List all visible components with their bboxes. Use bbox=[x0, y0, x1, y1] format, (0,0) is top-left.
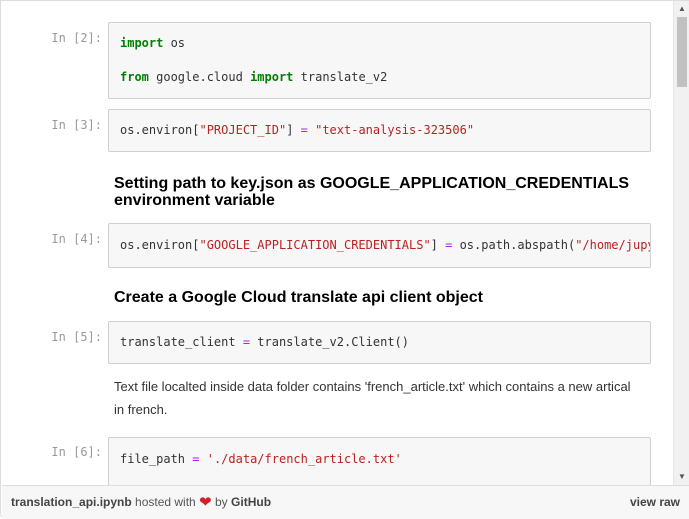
code-token: file_path bbox=[120, 452, 193, 466]
file-link[interactable]: translation_api.ipynb bbox=[11, 495, 132, 509]
heart-icon: ❤ bbox=[199, 494, 212, 511]
cell-prompt: In [6]: bbox=[51, 445, 102, 459]
code-line: os.environ["GOOGLE_APPLICATION_CREDENTIA… bbox=[120, 237, 650, 254]
code-token: os bbox=[163, 36, 186, 50]
gist-footer: translation_api.ipynb hosted with ❤ by G… bbox=[2, 485, 689, 519]
code-line: import os bbox=[120, 35, 639, 52]
chevron-up-icon[interactable]: ▲ bbox=[674, 1, 689, 17]
code-token: ] bbox=[286, 123, 301, 137]
hosted-with-text: hosted with bbox=[135, 495, 196, 509]
github-link[interactable]: GitHub bbox=[231, 495, 271, 509]
code-input[interactable]: import os from google.cloud import trans… bbox=[108, 22, 651, 99]
code-token: google.cloud bbox=[148, 70, 251, 84]
code-token: os.environ[ bbox=[120, 123, 200, 137]
code-token-kw: import bbox=[120, 36, 164, 50]
cell-prompt: In [4]: bbox=[51, 232, 102, 246]
code-token-str: "text-analysis-323506" bbox=[315, 123, 475, 137]
by-text: by bbox=[215, 495, 228, 509]
cell-prompt: In [2]: bbox=[51, 31, 102, 45]
code-token: translate_v2 bbox=[293, 70, 388, 84]
code-line: from google.cloud import translate_v2 bbox=[120, 69, 639, 86]
code-token-kw: import bbox=[250, 70, 294, 84]
gist-embed: In [2]: import os from google.cloud impo… bbox=[0, 0, 689, 519]
cell-prompt: In [5]: bbox=[51, 330, 102, 344]
code-token-kw: from bbox=[120, 70, 149, 84]
markdown-heading: Create a Google Cloud translate api clie… bbox=[114, 289, 483, 306]
code-token: translate_v2.Client() bbox=[250, 335, 410, 349]
code-token-op: = bbox=[300, 123, 308, 137]
code-line: file_path = './data/french_article.txt' bbox=[120, 451, 639, 468]
view-raw-link[interactable]: view raw bbox=[630, 486, 680, 519]
code-token: translate_client bbox=[120, 335, 243, 349]
code-input[interactable]: file_path = './data/french_article.txt' bbox=[108, 437, 651, 485]
code-line: translate_client = translate_v2.Client() bbox=[120, 334, 639, 351]
code-input[interactable]: translate_client = translate_v2.Client() bbox=[108, 321, 651, 364]
code-token-str: './data/french_article.txt' bbox=[206, 452, 402, 466]
chevron-down-icon[interactable]: ▼ bbox=[674, 469, 689, 485]
scrollbar-thumb[interactable] bbox=[677, 17, 687, 87]
code-token-op: = bbox=[242, 335, 251, 349]
cell-prompt: In [3]: bbox=[51, 118, 102, 132]
code-token-str: "/home/jupyter bbox=[575, 238, 650, 252]
code-token: ] bbox=[430, 238, 446, 252]
code-token-str: "GOOGLE_APPLICATION_CREDENTIALS" bbox=[199, 238, 431, 252]
gist-meta: translation_api.ipynb hosted with ❤ by G… bbox=[11, 486, 271, 519]
markdown-paragraph: Text file localted inside data folder co… bbox=[114, 379, 631, 417]
code-input[interactable]: os.environ["GOOGLE_APPLICATION_CREDENTIA… bbox=[108, 223, 651, 268]
code-token-str: "PROJECT_ID" bbox=[199, 123, 287, 137]
code-line: os.environ["PROJECT_ID"] = "text-analysi… bbox=[120, 122, 639, 139]
vertical-scrollbar[interactable]: ▲ ▼ bbox=[673, 1, 689, 485]
code-token: os.environ[ bbox=[120, 238, 200, 252]
code-input[interactable]: os.environ["PROJECT_ID"] = "text-analysi… bbox=[108, 109, 651, 152]
notebook-viewport[interactable]: In [2]: import os from google.cloud impo… bbox=[2, 1, 673, 485]
code-token: os.path.abspath( bbox=[452, 238, 576, 252]
markdown-heading: Setting path to key.json as GOOGLE_APPLI… bbox=[114, 175, 630, 209]
